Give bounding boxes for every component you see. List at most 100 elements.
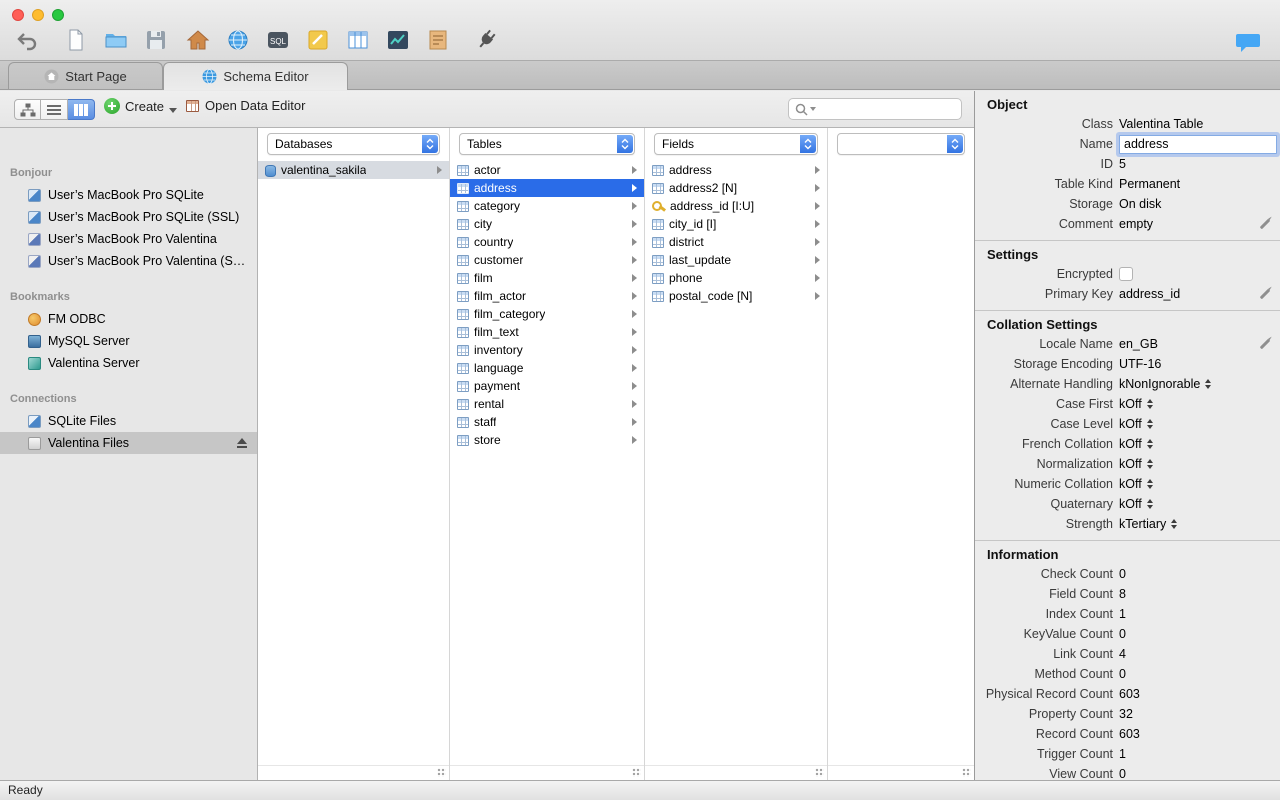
sidebar-item[interactable]: SQLite Files: [0, 410, 257, 432]
dropdown-stepper-icon[interactable]: [1147, 499, 1154, 509]
sidebar-item[interactable]: User’s MacBook Pro SQLite (SSL): [0, 206, 257, 228]
table-icon: [457, 381, 469, 392]
chart-icon[interactable]: [384, 26, 412, 54]
home-icon[interactable]: [184, 26, 212, 54]
property-label: Alternate Handling: [1010, 377, 1113, 391]
table-row[interactable]: address: [450, 179, 644, 197]
section-divider: [975, 540, 1280, 541]
resize-grip[interactable]: [962, 768, 971, 777]
sidebar-item[interactable]: Valentina Files: [0, 432, 257, 454]
eject-icon[interactable]: [236, 438, 247, 448]
minimize-window-button[interactable]: [32, 9, 44, 21]
dropdown-stepper-icon[interactable]: [1171, 519, 1178, 529]
table-row[interactable]: customer: [450, 251, 644, 269]
list-view-button[interactable]: [41, 99, 68, 120]
databases-dropdown[interactable]: Databases: [267, 133, 440, 155]
traffic-lights: [12, 9, 64, 21]
tab-label: Start Page: [65, 68, 127, 84]
save-icon[interactable]: [142, 26, 170, 54]
table-row[interactable]: film_actor: [450, 287, 644, 305]
close-window-button[interactable]: [12, 9, 24, 21]
table-row[interactable]: staff: [450, 413, 644, 431]
table-row[interactable]: actor: [450, 161, 644, 179]
dropdown-stepper-icon[interactable]: [1147, 459, 1154, 469]
table-row[interactable]: language: [450, 359, 644, 377]
table-row[interactable]: inventory: [450, 341, 644, 359]
info-row: Field Count 8: [975, 584, 1280, 604]
bookmark-icon: [28, 334, 41, 348]
dropdown-stepper-icon[interactable]: [1147, 419, 1154, 429]
table-row[interactable]: country: [450, 233, 644, 251]
field-row[interactable]: postal_code [N]: [645, 287, 827, 305]
sidebar-item[interactable]: User’s MacBook Pro SQLite: [0, 184, 257, 206]
table-row[interactable]: category: [450, 197, 644, 215]
sidebar-item[interactable]: User’s MacBook Pro Valentina (S…: [0, 250, 257, 272]
report-icon[interactable]: [424, 26, 452, 54]
dropdown-stepper-icon[interactable]: [1147, 439, 1154, 449]
sidebar-item-label: User’s MacBook Pro Valentina (S…: [48, 254, 246, 268]
open-folder-icon[interactable]: [102, 26, 130, 54]
schema-editor-icon[interactable]: [224, 26, 252, 54]
field-row[interactable]: address2 [N]: [645, 179, 827, 197]
sidebar-item[interactable]: Valentina Server: [0, 352, 257, 374]
tab-start-page[interactable]: Start Page: [8, 62, 163, 89]
chat-icon[interactable]: [1234, 30, 1262, 54]
field-row[interactable]: phone: [645, 269, 827, 287]
diagram-icon[interactable]: [304, 26, 332, 54]
tables-dropdown[interactable]: Tables: [459, 133, 635, 155]
dropdown-stepper-icon[interactable]: [1147, 399, 1154, 409]
sql-editor-icon[interactable]: SQL: [264, 26, 292, 54]
field-row[interactable]: city_id [I]: [645, 215, 827, 233]
database-icon: [265, 164, 276, 177]
resize-grip[interactable]: [815, 768, 824, 777]
connect-icon[interactable]: [472, 26, 500, 54]
databases-column: Databases valentina_sakila: [258, 128, 450, 780]
sidebar-item[interactable]: User’s MacBook Pro Valentina: [0, 228, 257, 250]
field-row[interactable]: address: [645, 161, 827, 179]
table-row[interactable]: rental: [450, 395, 644, 413]
section-collation: Collation Settings Locale Name en_GB Sto…: [975, 313, 1280, 534]
columns-view-button[interactable]: [68, 99, 95, 120]
column-scrollbar: [645, 765, 827, 780]
table-row[interactable]: store: [450, 431, 644, 449]
field-row[interactable]: address_id [I:U]: [645, 197, 827, 215]
property-value: kOff: [1119, 417, 1142, 431]
collation-select-row: Strength kTertiary: [975, 514, 1280, 534]
sidebar-item[interactable]: MySQL Server: [0, 330, 257, 352]
disclosure-arrow-icon: [632, 202, 637, 210]
table-row[interactable]: film: [450, 269, 644, 287]
database-row[interactable]: valentina_sakila: [258, 161, 449, 179]
edit-primary-key-icon[interactable]: [1259, 288, 1271, 300]
secondary-toolbar: Create Open Data Editor: [0, 91, 974, 128]
name-input[interactable]: [1119, 134, 1277, 154]
edit-locale-icon[interactable]: [1259, 338, 1271, 350]
sidebar-item[interactable]: FM ODBC: [0, 308, 257, 330]
field-row[interactable]: district: [645, 233, 827, 251]
dropdown-stepper-icon[interactable]: [1205, 379, 1212, 389]
dropdown-stepper-icon[interactable]: [1147, 479, 1154, 489]
tab-schema-editor[interactable]: Schema Editor: [163, 62, 348, 90]
table-row[interactable]: city: [450, 215, 644, 233]
resize-grip[interactable]: [437, 768, 446, 777]
sidebar-section-bonjour: Bonjour User’s MacBook Pro SQLite User’s…: [0, 162, 257, 272]
connection-icon: [28, 254, 41, 268]
columns-view-icon[interactable]: [344, 26, 372, 54]
create-button[interactable]: Create: [104, 98, 178, 114]
encrypted-checkbox[interactable]: [1119, 267, 1133, 281]
field-row[interactable]: last_update: [645, 251, 827, 269]
zoom-window-button[interactable]: [52, 9, 64, 21]
open-data-editor-button[interactable]: Open Data Editor: [186, 98, 305, 113]
resize-grip[interactable]: [632, 768, 641, 777]
tree-view-button[interactable]: [14, 99, 41, 120]
table-row[interactable]: film_category: [450, 305, 644, 323]
search-field[interactable]: [788, 98, 962, 120]
edit-comment-icon[interactable]: [1259, 218, 1271, 230]
undo-icon[interactable]: [14, 26, 42, 54]
table-row[interactable]: payment: [450, 377, 644, 395]
new-document-icon[interactable]: [62, 26, 90, 54]
table-row[interactable]: film_text: [450, 323, 644, 341]
next-dropdown[interactable]: [837, 133, 965, 155]
search-input[interactable]: [818, 102, 955, 116]
fields-dropdown[interactable]: Fields: [654, 133, 818, 155]
property-row: Storage Encoding UTF-16: [975, 354, 1280, 374]
